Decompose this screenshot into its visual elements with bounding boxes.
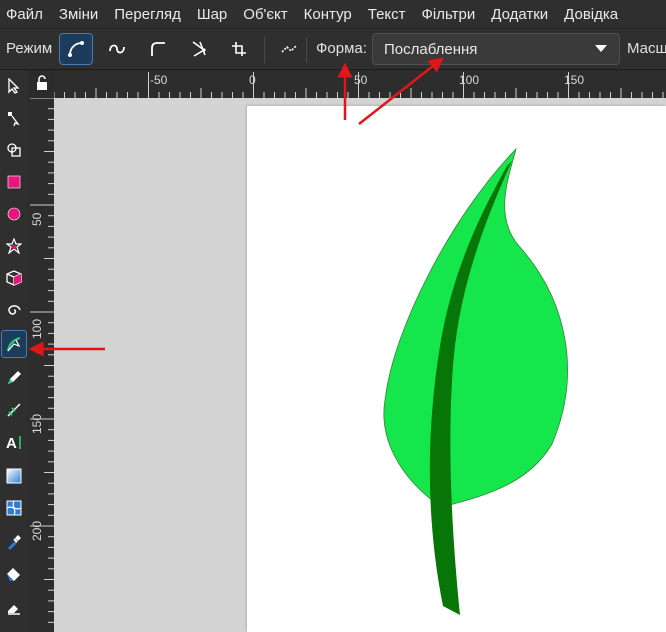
shape-builder-tool[interactable] [1, 136, 27, 164]
eraser-icon [8, 605, 20, 615]
path-smooth-icon [281, 45, 297, 53]
paraxial-mode-button[interactable] [222, 33, 256, 65]
paint-bucket-icon [7, 568, 20, 581]
leaf-shape [383, 147, 568, 508]
canvas-area[interactable] [54, 98, 666, 632]
tool-controls-bar: Режим Форма: Послаблення Масш [0, 28, 666, 70]
text-tool[interactable]: A [1, 428, 27, 456]
ruler-label: -50 [150, 73, 168, 87]
ruler-label: 50 [30, 212, 44, 226]
star-icon [6, 238, 22, 254]
ruler-label: 100 [30, 318, 44, 339]
bspline-mode-button[interactable] [141, 33, 175, 65]
document-page[interactable] [247, 106, 666, 632]
toolbox: A [0, 70, 28, 632]
text-icon: A [6, 435, 21, 450]
smoothing-button[interactable] [272, 33, 306, 65]
node-tool[interactable] [1, 104, 27, 132]
vertical-ruler-ticks [30, 98, 54, 623]
menu-view[interactable]: Перегляд [106, 6, 189, 23]
shape-label: Форма: [316, 40, 367, 57]
ellipse-icon [7, 207, 21, 221]
menu-filters[interactable]: Фільтри [414, 6, 484, 23]
rectangle-icon [7, 175, 21, 189]
ruler-corner [28, 70, 54, 98]
menu-help[interactable]: Довідка [556, 6, 626, 23]
mode-label: Режим [6, 40, 53, 57]
bezier-icon [68, 41, 84, 57]
unlock-icon[interactable] [35, 75, 49, 91]
ruler-label: 200 [30, 520, 44, 541]
ruler-label: 0 [249, 73, 256, 87]
pen-tool[interactable] [1, 330, 27, 358]
menu-object[interactable]: Об'єкт [235, 6, 295, 23]
menu-bar: Файл Зміни Перегляд Шар Об'єкт Контур Те… [0, 0, 666, 28]
ruler-label: 150 [30, 413, 44, 434]
ruler-label: 50 [354, 73, 368, 87]
node-icon [8, 112, 20, 126]
spiral-tool[interactable] [1, 296, 27, 324]
spiral-icon [8, 305, 21, 315]
ruler-label: 100 [459, 73, 480, 87]
pen-icon [7, 337, 21, 352]
dropper-tool[interactable] [1, 528, 27, 556]
menu-extensions[interactable]: Додатки [483, 6, 556, 23]
pencil-icon [8, 371, 21, 384]
gradient-icon [6, 468, 22, 484]
horizontal-ruler: -50 0 50 100 150 [54, 70, 666, 98]
bspline-icon [151, 42, 165, 56]
menu-path[interactable]: Контур [296, 6, 360, 23]
menu-file[interactable]: Файл [0, 6, 51, 23]
svg-text:A: A [6, 435, 17, 450]
scale-label: Масшт [627, 40, 666, 57]
spiro-icon [109, 44, 125, 54]
chevron-down-icon [595, 45, 607, 52]
ellipse-tool[interactable] [1, 200, 27, 228]
shape-dropdown[interactable]: Послаблення [372, 33, 620, 65]
rectangle-tool[interactable] [1, 168, 27, 196]
separator [306, 37, 307, 63]
leaf-drawing[interactable] [247, 106, 666, 632]
vertical-ruler: 50 100 150 200 [28, 98, 54, 632]
pencil-tool[interactable] [1, 364, 27, 392]
gradient-tool[interactable] [1, 462, 27, 490]
menu-edit[interactable]: Зміни [51, 6, 106, 23]
paint-bucket-tool[interactable] [1, 560, 27, 588]
calligraphy-tool[interactable] [1, 396, 27, 424]
ruler-label: 150 [564, 73, 585, 87]
separator [264, 37, 265, 63]
menu-layer[interactable]: Шар [189, 6, 235, 23]
star-tool[interactable] [1, 232, 27, 260]
dropper-icon [8, 535, 21, 550]
straight-segments-mode-button[interactable] [182, 33, 216, 65]
mesh-icon [6, 500, 22, 516]
select-tool[interactable] [1, 72, 27, 100]
shape-value: Послаблення [384, 41, 478, 58]
regular-bezier-mode-button[interactable] [59, 33, 93, 65]
3d-box-tool[interactable] [1, 264, 27, 292]
zigzag-icon [192, 41, 206, 57]
menu-text[interactable]: Текст [360, 6, 414, 23]
pointer-icon [8, 78, 20, 94]
shape-builder-icon [7, 143, 21, 157]
mesh-tool[interactable] [1, 494, 27, 522]
spiro-mode-button[interactable] [100, 33, 134, 65]
eraser-tool[interactable] [1, 594, 27, 622]
calligraphy-icon [7, 403, 21, 417]
cube-icon [6, 270, 22, 286]
paraxial-icon [232, 42, 246, 56]
